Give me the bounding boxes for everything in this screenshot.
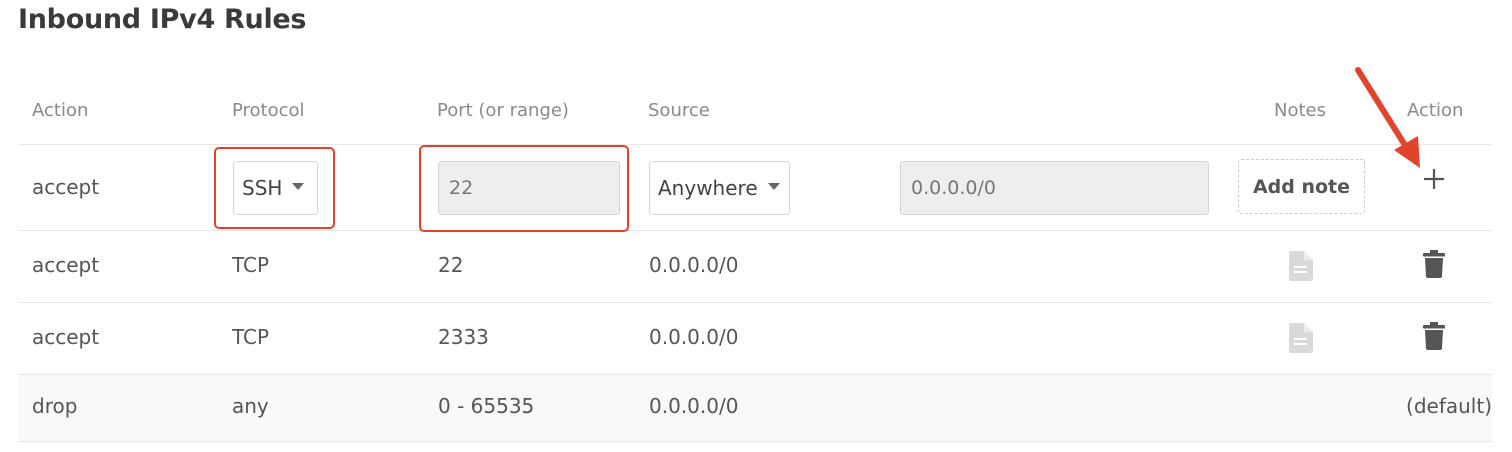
caret-down-icon — [767, 182, 780, 190]
source-ip-input[interactable] — [900, 161, 1209, 215]
port-input[interactable] — [438, 161, 620, 215]
rule-port: 0 - 65535 — [438, 394, 535, 418]
table-row: accept TCP 22 0.0.0.0/0 — [18, 231, 1492, 303]
rule-port: 2333 — [438, 325, 489, 349]
rule-source: 0.0.0.0/0 — [649, 394, 739, 418]
rule-protocol: TCP — [232, 325, 270, 349]
rule-protocol: TCP — [232, 253, 270, 277]
default-rule-row: drop any 0 - 65535 0.0.0.0/0 (default) — [18, 375, 1492, 442]
document-icon[interactable] — [1289, 251, 1313, 285]
inbound-rules-table: Action Protocol Port (or range) Source N… — [18, 80, 1492, 442]
document-icon[interactable] — [1289, 323, 1313, 357]
annotation-arrow — [1355, 67, 1420, 168]
rule-action: accept — [32, 325, 100, 349]
protocol-select-value: SSH — [242, 176, 283, 200]
protocol-select[interactable]: SSH — [233, 161, 318, 215]
column-header-notes: Notes — [1274, 100, 1326, 121]
trash-icon[interactable] — [1423, 322, 1445, 354]
default-label: (default) — [1406, 394, 1492, 418]
trash-icon[interactable] — [1423, 250, 1445, 282]
rule-protocol: any — [232, 394, 269, 418]
rule-source: 0.0.0.0/0 — [649, 325, 739, 349]
table-header: Action Protocol Port (or range) Source N… — [18, 80, 1492, 145]
rule-source: 0.0.0.0/0 — [649, 253, 739, 277]
column-header-action: Action — [32, 100, 89, 121]
caret-down-icon — [292, 182, 305, 190]
source-select-value: Anywhere — [658, 176, 758, 200]
new-rule-row: accept SSH Anywhere Add note — [18, 145, 1492, 232]
column-header-protocol: Protocol — [232, 100, 305, 121]
table-row: accept TCP 2333 0.0.0.0/0 — [18, 303, 1492, 375]
add-note-button[interactable]: Add note — [1238, 159, 1365, 214]
rule-action: drop — [32, 394, 78, 418]
column-header-port: Port (or range) — [437, 100, 569, 121]
column-header-source: Source — [648, 100, 710, 121]
page-title: Inbound IPv4 Rules — [18, 4, 307, 35]
rule-port: 22 — [438, 253, 464, 277]
rule-action: accept — [32, 253, 100, 277]
source-select[interactable]: Anywhere — [649, 161, 790, 215]
new-rule-action: accept — [32, 175, 100, 199]
